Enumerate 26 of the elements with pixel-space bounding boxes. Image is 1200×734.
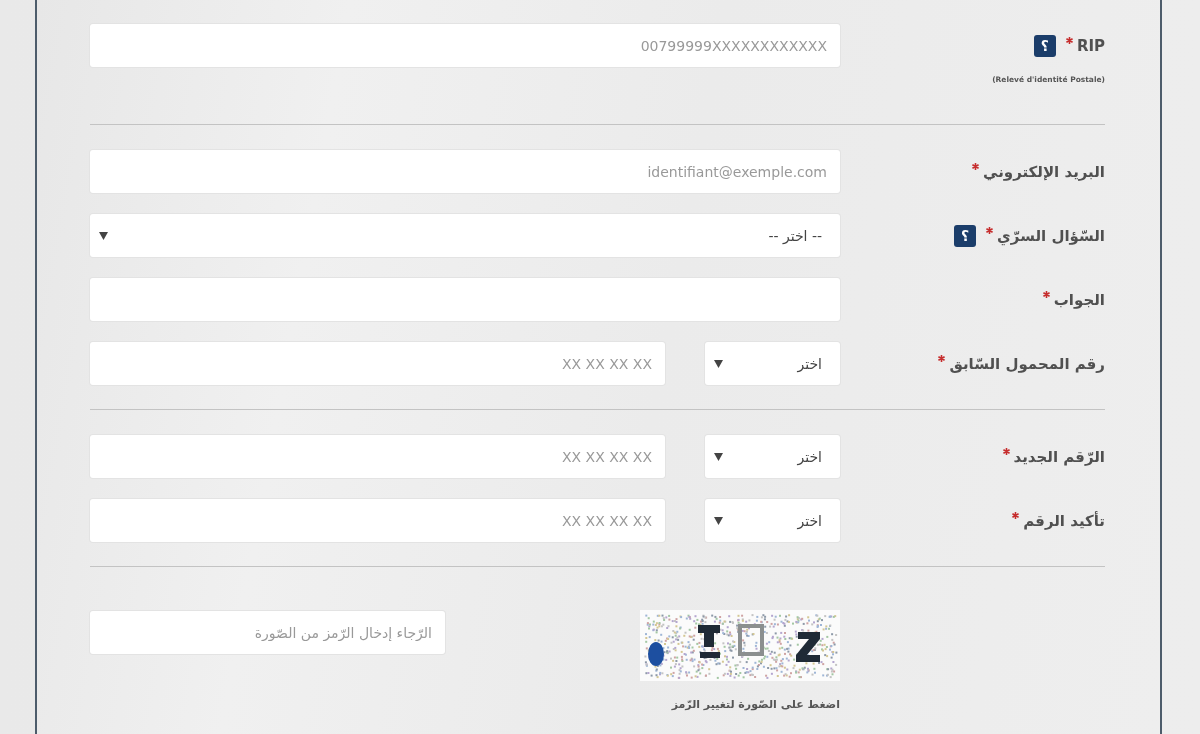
- field-label: الجواب: [1053, 290, 1105, 309]
- caret-icon: [99, 231, 108, 240]
- help-button[interactable]: ؟: [1033, 34, 1056, 57]
- field-label: رقم المحمول السّابق: [949, 354, 1105, 373]
- captcha-image[interactable]: [640, 610, 840, 681]
- field-label: السّؤال السرّي: [997, 226, 1105, 245]
- dropdown[interactable]: -- اختر --: [90, 214, 840, 257]
- caret-icon: [714, 359, 723, 368]
- field-label: الرّقم الجديد: [1013, 447, 1105, 466]
- input-field[interactable]: XX XX XX XX: [90, 435, 665, 478]
- field-label: تأكيد الرقم: [1023, 511, 1105, 530]
- input-field[interactable]: XX XX XX XX: [90, 499, 665, 542]
- dropdown[interactable]: اختر: [705, 342, 840, 385]
- input-field[interactable]: 00799999XXXXXXXXXXXX: [90, 24, 840, 67]
- caret-icon: [714, 516, 723, 525]
- help-button[interactable]: ؟: [954, 224, 977, 247]
- input-field[interactable]: [90, 278, 840, 321]
- input-field[interactable]: الرّجاء إدخال الرّمز من الصّورة: [90, 611, 445, 654]
- dropdown[interactable]: اختر: [705, 435, 840, 478]
- field-label: البريد الإلكتروني: [983, 162, 1105, 181]
- input-field[interactable]: identifiant@exemple.com: [90, 150, 840, 193]
- field-label: RIP: [1076, 36, 1105, 55]
- dropdown[interactable]: اختر: [705, 499, 840, 542]
- caret-icon: [714, 452, 723, 461]
- input-field[interactable]: XX XX XX XX: [90, 342, 665, 385]
- captcha-caption: اضغط على الصّورة لتغيير الرّمز: [671, 698, 840, 711]
